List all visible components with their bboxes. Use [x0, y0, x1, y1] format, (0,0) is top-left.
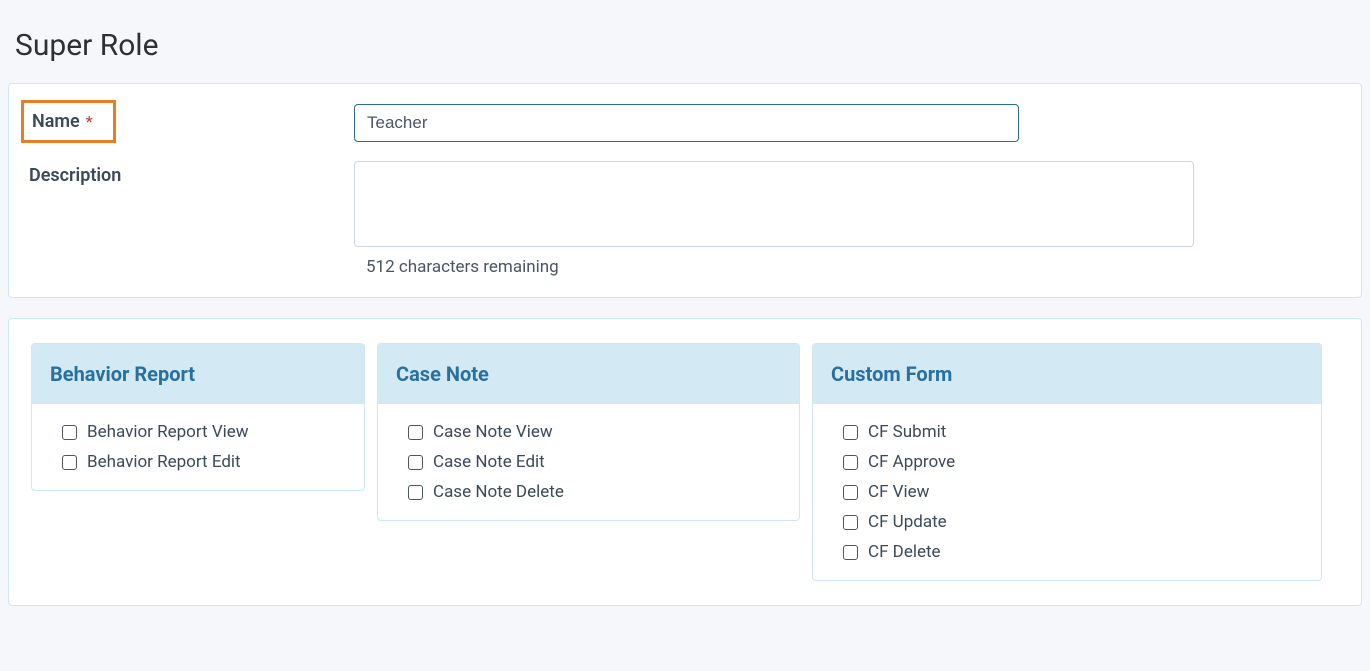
permission-card-behavior-report: Behavior Report Behavior Report View Beh… [31, 343, 365, 491]
permission-label: Behavior Report View [87, 422, 249, 442]
name-row: Name * [19, 104, 1351, 143]
page-title: Super Role [0, 0, 1370, 83]
permission-body: CF Submit CF Approve CF View CF Update C… [813, 404, 1321, 580]
permission-item: Case Note View [408, 422, 769, 442]
description-input[interactable] [354, 161, 1194, 247]
permission-label: Behavior Report Edit [87, 452, 241, 472]
permission-header: Behavior Report [32, 344, 364, 404]
required-star-icon: * [86, 112, 93, 131]
permission-checkbox-case-note-delete[interactable] [408, 485, 423, 500]
permission-checkbox-cf-submit[interactable] [843, 425, 858, 440]
permission-label: CF Update [868, 512, 947, 532]
permission-item: CF Update [843, 512, 1291, 532]
description-row: Description 512 characters remaining [19, 161, 1351, 277]
permission-checkbox-cf-delete[interactable] [843, 545, 858, 560]
role-form-section: Name * Description 512 characters remain… [8, 83, 1362, 298]
permission-item: CF Approve [843, 452, 1291, 472]
permission-checkbox-case-note-view[interactable] [408, 425, 423, 440]
permission-body: Case Note View Case Note Edit Case Note … [378, 404, 799, 520]
permission-checkbox-cf-update[interactable] [843, 515, 858, 530]
permission-checkbox-cf-view[interactable] [843, 485, 858, 500]
permissions-section: Behavior Report Behavior Report View Beh… [8, 318, 1362, 606]
permission-checkbox-cf-approve[interactable] [843, 455, 858, 470]
permission-body: Behavior Report View Behavior Report Edi… [32, 404, 364, 490]
permission-checkbox-behavior-report-view[interactable] [62, 425, 77, 440]
permission-item: CF View [843, 482, 1291, 502]
permission-checkbox-behavior-report-edit[interactable] [62, 455, 77, 470]
permission-label: Case Note Edit [433, 452, 545, 472]
permission-card-custom-form: Custom Form CF Submit CF Approve CF View… [812, 343, 1322, 581]
permission-label: Case Note Delete [433, 482, 564, 502]
permission-label: Case Note View [433, 422, 553, 442]
description-label: Description [29, 165, 121, 186]
permission-item: CF Delete [843, 542, 1291, 562]
permission-checkbox-case-note-edit[interactable] [408, 455, 423, 470]
permission-label: CF Submit [868, 422, 946, 442]
permission-item: Behavior Report Edit [62, 452, 334, 472]
permission-item: Case Note Delete [408, 482, 769, 502]
permission-item: CF Submit [843, 422, 1291, 442]
permission-label: CF View [868, 482, 929, 502]
permission-header: Custom Form [813, 344, 1321, 404]
permission-label: CF Approve [868, 452, 955, 472]
name-label: Name [32, 111, 80, 132]
permission-label: CF Delete [868, 542, 941, 562]
name-input[interactable] [354, 104, 1019, 142]
char-remaining-text: 512 characters remaining [366, 257, 1341, 277]
name-label-highlight: Name * [21, 100, 116, 143]
permission-item: Case Note Edit [408, 452, 769, 472]
permission-card-case-note: Case Note Case Note View Case Note Edit … [377, 343, 800, 521]
permission-header: Case Note [378, 344, 799, 404]
permission-item: Behavior Report View [62, 422, 334, 442]
